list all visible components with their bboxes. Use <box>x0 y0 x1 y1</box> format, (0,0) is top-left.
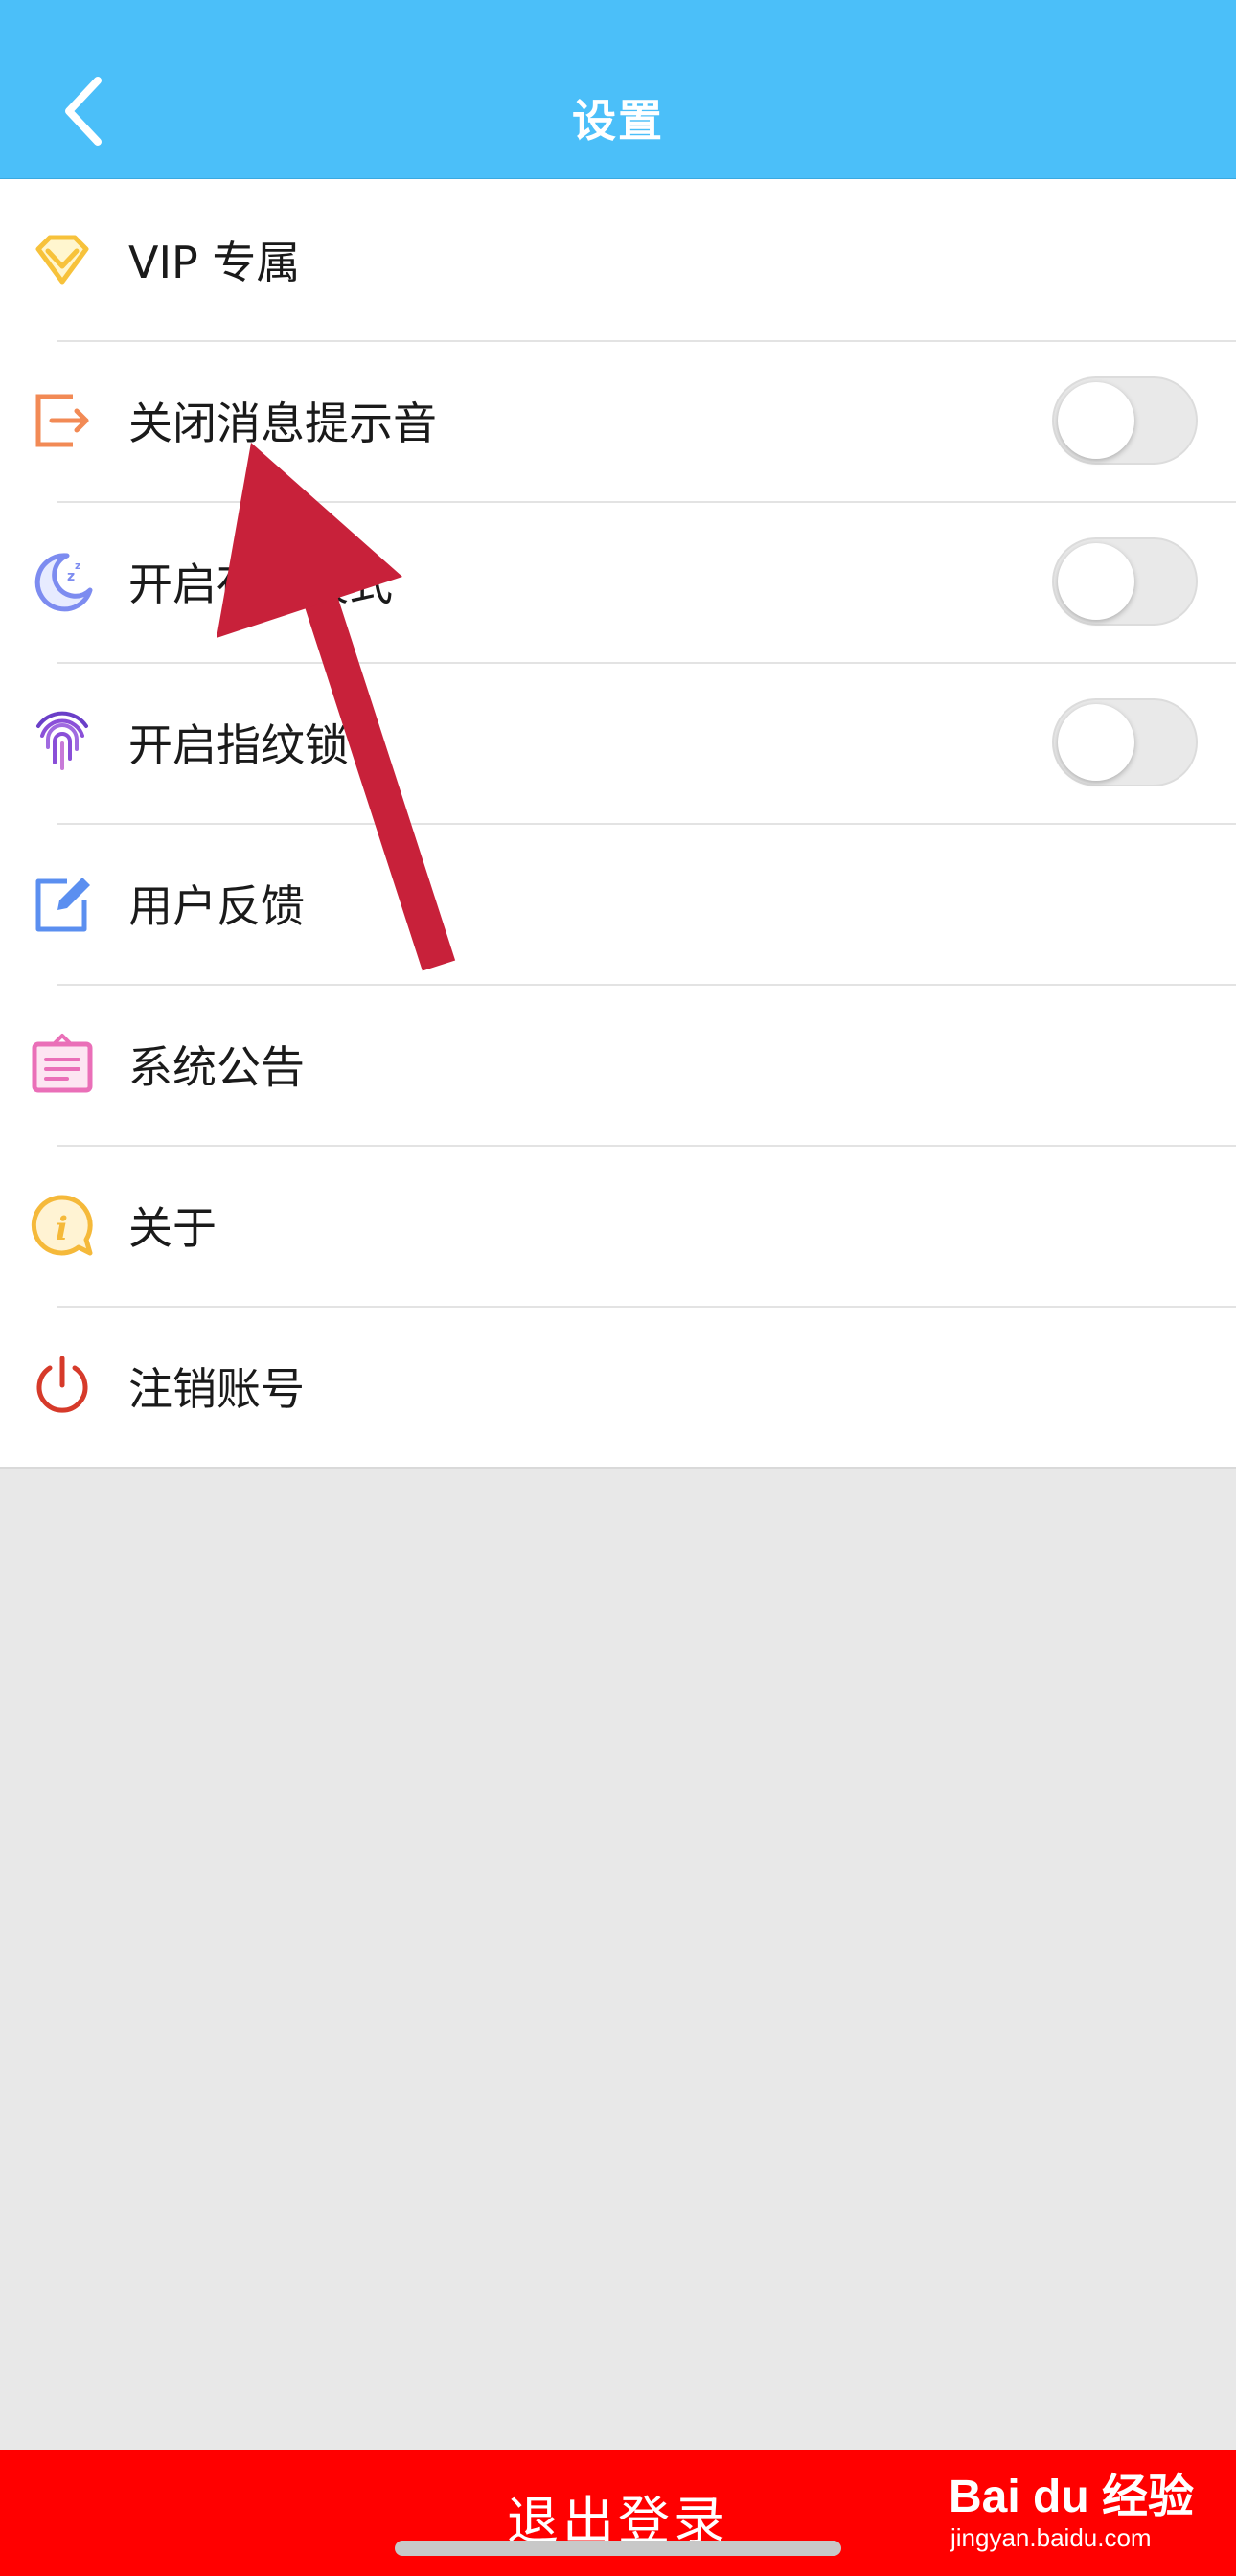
menu-item-deactivate[interactable]: 注销账号 <box>0 1306 1236 1467</box>
home-indicator <box>395 2541 841 2556</box>
edit-icon <box>29 870 96 937</box>
power-icon <box>29 1353 96 1420</box>
exit-arrow-icon <box>29 387 96 454</box>
menu-item-label: 开启指纹锁 <box>128 719 349 771</box>
watermark-logo: Bai du 经验 <box>949 2472 1195 2522</box>
fingerprint-icon <box>29 709 96 776</box>
watermark-url: jingyan.baidu.com <box>950 2523 1152 2552</box>
menu-item-announcement[interactable]: 系统公告 <box>0 984 1236 1145</box>
svg-text:z: z <box>75 559 80 572</box>
watermark: Bai du 经验 jingyan.baidu.com <box>949 2452 1198 2567</box>
night-mode-toggle[interactable] <box>1052 537 1198 626</box>
diamond-icon <box>29 226 96 293</box>
menu-item-label: 用户反馈 <box>128 880 305 932</box>
menu-item-label: 关闭消息提示音 <box>128 398 437 449</box>
menu-item-label: 注销账号 <box>128 1363 305 1415</box>
nav-header: 设置 <box>0 0 1236 180</box>
svg-text:i: i <box>56 1210 68 1248</box>
toggle-knob <box>1058 382 1134 459</box>
menu-item-label: 系统公告 <box>128 1041 305 1093</box>
menu-item-fingerprint-lock[interactable]: 开启指纹锁 <box>0 662 1236 823</box>
moon-icon: z z <box>29 548 96 615</box>
mute-sound-toggle[interactable] <box>1052 376 1198 465</box>
menu-item-mute-sound[interactable]: 关闭消息提示音 <box>0 340 1236 501</box>
fingerprint-lock-toggle[interactable] <box>1052 698 1198 786</box>
svg-text:z: z <box>67 569 75 584</box>
toggle-knob <box>1058 543 1134 620</box>
menu-item-feedback[interactable]: 用户反馈 <box>0 823 1236 984</box>
menu-item-label: VIP 专属 <box>128 237 301 288</box>
toggle-knob <box>1058 704 1134 781</box>
notice-board-icon <box>29 1031 96 1098</box>
page-title: 设置 <box>572 95 664 147</box>
menu-item-about[interactable]: i 关于 <box>0 1145 1236 1306</box>
menu-item-label: 开启夜间模式 <box>128 559 393 610</box>
menu-item-label: 关于 <box>128 1202 217 1254</box>
menu-item-vip[interactable]: VIP 专属 <box>0 179 1236 340</box>
info-icon: i <box>29 1192 96 1259</box>
menu-item-night-mode[interactable]: z z 开启夜间模式 <box>0 501 1236 662</box>
settings-list: VIP 专属 关闭消息提示音 z z 开启夜间模式 开启指纹锁 用户反馈 系统公… <box>0 179 1236 1469</box>
